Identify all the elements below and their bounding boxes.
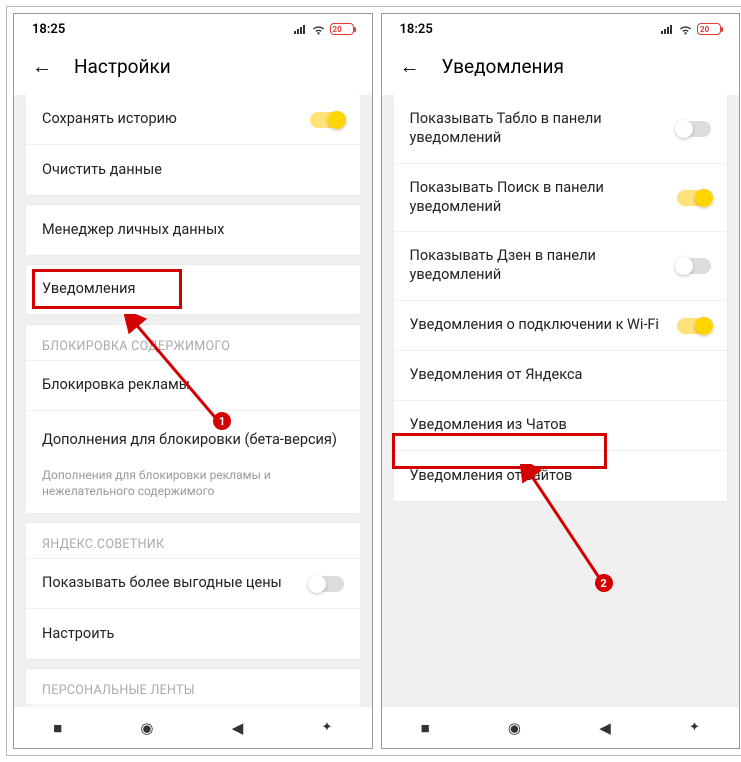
toggle-show-prices[interactable] <box>310 576 344 592</box>
nav-back-icon[interactable]: ◀ <box>232 719 244 737</box>
nav-recent-icon[interactable]: ■ <box>421 719 430 737</box>
row-personal-data-mgr[interactable]: Менеджер личных данных <box>26 205 360 255</box>
status-bar: 18:25 20 <box>14 14 372 44</box>
toggle-search[interactable] <box>677 190 711 206</box>
row-wifi-notif[interactable]: Уведомления о подключении к Wi-Fi <box>394 301 728 351</box>
wifi-icon <box>311 24 326 35</box>
notifications-content: Показывать Табло в панели уведомлений По… <box>382 95 740 706</box>
status-bar: 18:25 20 <box>382 14 740 44</box>
annotation-badge-2: 2 <box>595 574 613 592</box>
block-addons-subtext: Дополнения для блокировки рекламы и неже… <box>26 461 360 513</box>
wifi-icon <box>678 24 693 35</box>
row-show-prices[interactable]: Показывать более выгодные цены <box>26 559 360 609</box>
nav-back-icon[interactable]: ◀ <box>599 719 611 737</box>
row-show-zen[interactable]: Показывать Дзен в панели уведомлений <box>394 232 728 301</box>
toggle-zen[interactable] <box>677 258 711 274</box>
settings-content: Сохранять историю Очистить данные Менедж… <box>14 95 372 706</box>
battery-icon: 20 <box>697 23 721 35</box>
header: ← Настройки <box>14 44 372 95</box>
android-nav-bar: ■ ◉ ◀ ✦ <box>382 706 740 748</box>
toggle-tablo[interactable] <box>677 121 711 137</box>
page-title: Настройки <box>74 55 171 78</box>
signal-icon <box>293 24 307 35</box>
page-title: Уведомления <box>442 55 564 78</box>
status-time: 18:25 <box>32 22 65 37</box>
signal-icon <box>660 24 674 35</box>
back-arrow-icon[interactable]: ← <box>400 54 420 79</box>
row-yandex-notif[interactable]: Уведомления от Яндекса <box>394 351 728 401</box>
row-block-addons[interactable]: Дополнения для блокировки (бета-версия) <box>26 411 360 461</box>
toggle-save-history[interactable] <box>310 112 344 128</box>
row-notifications[interactable]: Уведомления <box>26 265 360 315</box>
row-show-tablo[interactable]: Показывать Табло в панели уведомлений <box>394 95 728 164</box>
row-configure[interactable]: Настроить <box>26 609 360 659</box>
row-ad-block[interactable]: Блокировка рекламы <box>26 361 360 411</box>
status-icons: 20 <box>293 23 354 35</box>
header: ← Уведомления <box>382 44 740 95</box>
row-save-history[interactable]: Сохранять историю <box>26 95 360 145</box>
status-time: 18:25 <box>400 22 433 37</box>
android-nav-bar: ■ ◉ ◀ ✦ <box>14 706 372 748</box>
row-chat-notif[interactable]: Уведомления из Чатов <box>394 401 728 451</box>
row-site-notif[interactable]: Уведомления от сайтов <box>394 451 728 501</box>
section-header-blocking: БЛОКИРОВКА СОДЕРЖИМОГО <box>26 325 360 361</box>
back-arrow-icon[interactable]: ← <box>32 54 52 79</box>
section-header-feeds: ПЕРСОНАЛЬНЫЕ ЛЕНТЫ <box>26 669 360 705</box>
row-clear-data[interactable]: Очистить данные <box>26 145 360 195</box>
row-show-search[interactable]: Показывать Поиск в панели уведомлений <box>394 164 728 233</box>
annotation-badge-1: 1 <box>213 412 231 430</box>
battery-icon: 20 <box>330 23 354 35</box>
status-icons: 20 <box>660 23 721 35</box>
nav-recent-icon[interactable]: ■ <box>53 719 62 737</box>
nav-accessibility-icon[interactable]: ✦ <box>321 720 332 735</box>
nav-home-icon[interactable]: ◉ <box>140 719 153 737</box>
phone-left: 18:25 20 ← Настройки Сохранять историю О… <box>13 13 373 749</box>
section-header-advisor: ЯНДЕКС.СОВЕТНИК <box>26 523 360 559</box>
toggle-wifi[interactable] <box>677 318 711 334</box>
tutorial-screenshot-container: 18:25 20 ← Настройки Сохранять историю О… <box>6 6 741 756</box>
nav-accessibility-icon[interactable]: ✦ <box>689 720 700 735</box>
nav-home-icon[interactable]: ◉ <box>508 719 521 737</box>
phone-right: 18:25 20 ← Уведомления Показывать Табло … <box>381 13 741 749</box>
